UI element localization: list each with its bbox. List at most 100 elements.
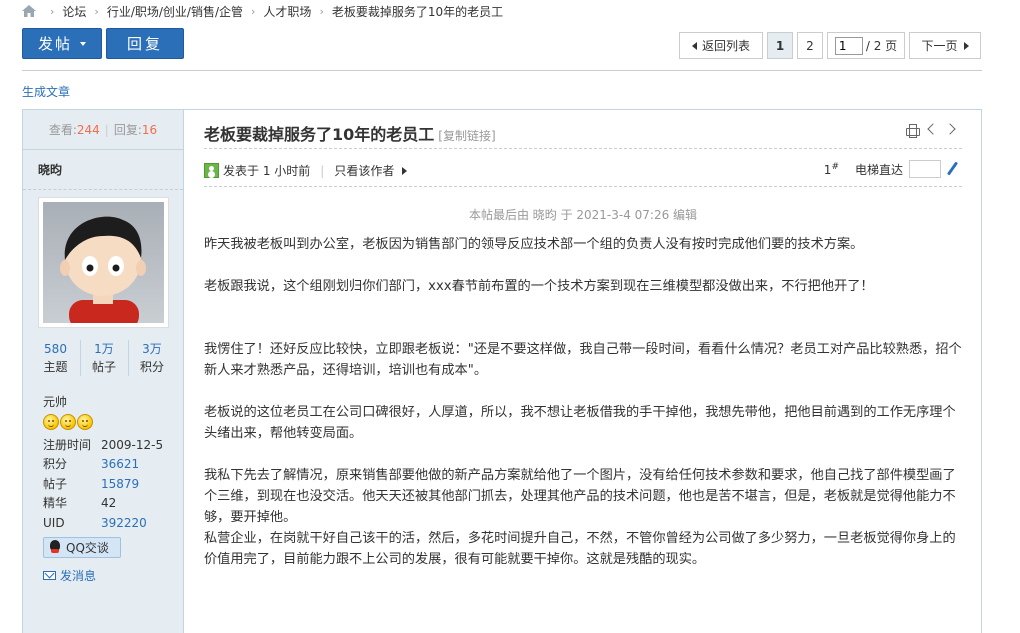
info-key: 精华 (43, 496, 68, 511)
back-to-list-label: 返回列表 (701, 39, 750, 53)
breadcrumb-category[interactable]: 行业/职场/创业/销售/企管 (107, 3, 243, 20)
page-2-button[interactable]: 2 (797, 32, 823, 59)
author-sidebar: 查看: 244 | 回复: 16 晓昀 580 主题 1万 帖子 3万 积分 元… (23, 110, 184, 633)
envelope-icon (43, 571, 56, 580)
title-divider (204, 148, 962, 149)
next-page-button[interactable]: 下一页 (909, 32, 981, 59)
only-author-link[interactable]: 只看该作者 (334, 162, 394, 179)
avatar[interactable] (38, 197, 169, 328)
post-main: 老板要裁掉服务了10年的老员工 [复制链接] 发表于 1 小时前 | 只看该作者… (185, 110, 981, 633)
info-value: 2009-12-5 (101, 438, 164, 452)
back-to-list-button[interactable]: 返回列表 (679, 32, 763, 59)
chevron-down-icon (80, 41, 86, 46)
next-thread-icon[interactable] (945, 123, 959, 137)
info-row: UID 392220 (43, 514, 163, 533)
qq-chat-button[interactable]: QQ交谈 (43, 537, 121, 558)
replies-count: 16 (141, 122, 158, 137)
info-value[interactable]: 392220 (101, 514, 147, 533)
page-jump-input[interactable] (834, 36, 863, 55)
post-paragraph: 昨天我被老板叫到办公室，老板因为销售部门的领导反应技术部一个组的负责人没有按时完… (204, 237, 864, 252)
new-post-button[interactable]: 发帖 (22, 28, 102, 59)
info-value[interactable]: 15879 (101, 475, 139, 494)
post-paragraph: 私营企业，在岗就干好自己该干的活，然后，多花时间提升自己，不然，不管你曾经为公司… (204, 531, 956, 567)
info-row: 注册时间 2009-12-5 (43, 436, 163, 455)
topics-value: 580 (44, 342, 67, 356)
views-label: 查看: (48, 123, 77, 137)
edited-note: 本帖最后由 晓昀 于 2021-3-4 07:26 编辑 (468, 208, 698, 222)
post-body: 昨天我被老板叫到办公室，老板因为销售部门的领导反应技术部一个组的负责人没有按时完… (204, 234, 964, 570)
views-count: 244 (76, 122, 100, 137)
posts-count[interactable]: 1万 帖子 (79, 340, 128, 376)
info-row: 帖子 15879 (43, 475, 163, 494)
page-jump: / 2 页 (827, 32, 905, 59)
breadcrumb-separator: › (50, 4, 55, 18)
smiley-icon (60, 414, 76, 430)
total-pages-label: / 2 页 (865, 39, 898, 53)
info-row: 精华 42 (43, 494, 163, 513)
replies-label: 回复: (113, 123, 142, 137)
generate-article-link[interactable]: 生成文章 (22, 83, 70, 100)
post-paragraph: 我私下先去了解情况，原来销售部要他做的新产品方案就给他了一个图片，没有给任何技术… (204, 468, 956, 525)
info-key: UID (43, 515, 65, 530)
arrow-right-icon (402, 166, 408, 175)
info-key: 注册时间 (43, 438, 92, 452)
elevator-label: 电梯直达 (854, 162, 903, 177)
info-row: 积分 36621 (43, 455, 163, 474)
author-rank: 元帅 (43, 395, 68, 409)
page-2-label: 2 (806, 38, 814, 53)
print-icon[interactable] (905, 123, 920, 138)
elevator-input[interactable] (909, 160, 941, 178)
stats-separator: | (104, 122, 109, 137)
reply-button[interactable]: 回复 (106, 28, 184, 59)
info-key: 积分 (43, 457, 68, 472)
post-title-row: 老板要裁掉服务了10年的老员工 [复制链接] (204, 121, 496, 145)
info-value[interactable]: 36621 (101, 455, 139, 474)
credits-value: 3万 (142, 342, 162, 356)
arrow-right-icon (963, 41, 969, 50)
posts-label: 帖子 (91, 360, 116, 374)
avatar-figure (60, 216, 146, 323)
thread-stats: 查看: 244 | 回复: 16 (23, 110, 183, 150)
new-post-label: 发帖 (37, 35, 72, 53)
breadcrumb-separator: › (94, 4, 99, 18)
author-name-text: 晓昀 (38, 163, 63, 177)
rank-stars (43, 414, 93, 430)
meta-separator: | (320, 163, 325, 178)
post-paragraph: 老板跟我说，这个组刚划归你们部门，xxx春节前布置的一个技术方案到现在三维模型都… (204, 279, 874, 294)
topics-count[interactable]: 580 主题 (32, 340, 80, 376)
home-icon[interactable] (22, 5, 36, 17)
info-key: 帖子 (43, 476, 68, 491)
floor-nav: 1# 电梯直达 (824, 160, 959, 178)
go-floor-icon[interactable] (945, 161, 959, 177)
qq-icon (48, 540, 62, 555)
post-meta: 发表于 1 小时前 | 只看该作者 (204, 162, 408, 179)
reply-label: 回复 (126, 35, 163, 53)
page-1-button[interactable]: 1 (767, 32, 793, 59)
breadcrumb-separator: › (319, 4, 324, 18)
smiley-icon (77, 414, 93, 430)
credits-label: 积分 (139, 360, 164, 374)
breadcrumb-thread[interactable]: 老板要裁掉服务了10年的老员工 (332, 3, 503, 20)
arrow-left-icon (691, 41, 697, 50)
post-tools (905, 123, 959, 138)
qq-chat-label: QQ交谈 (66, 541, 109, 555)
credits-count[interactable]: 3万 积分 (127, 340, 176, 376)
breadcrumb-forum[interactable]: 论坛 (62, 3, 86, 20)
page-1-label: 1 (775, 38, 785, 53)
author-info: 注册时间 2009-12-5 积分 36621 帖子 15879 精华 42 U… (43, 436, 163, 533)
smiley-icon (43, 414, 59, 430)
author-name[interactable]: 晓昀 (23, 150, 183, 190)
author-counts: 580 主题 1万 帖子 3万 积分 (23, 340, 184, 376)
posted-time: 发表于 1 小时前 (223, 164, 311, 178)
breadcrumb: › 论坛 › 行业/职场/创业/销售/企管 › 人才职场 › 老板要裁掉服务了1… (22, 3, 503, 19)
copy-link-button[interactable]: [复制链接] (438, 127, 495, 144)
info-value: 42 (101, 496, 117, 511)
send-message-link[interactable]: 发消息 (43, 567, 96, 584)
avatar-image (43, 202, 164, 323)
send-message-label: 发消息 (60, 569, 97, 583)
divider (22, 70, 982, 71)
breadcrumb-board[interactable]: 人才职场 (263, 3, 311, 20)
previous-thread-icon[interactable] (925, 123, 939, 137)
post-container: 查看: 244 | 回复: 16 晓昀 580 主题 1万 帖子 3万 积分 元… (22, 109, 982, 633)
floor-number[interactable]: 1# (824, 162, 839, 177)
